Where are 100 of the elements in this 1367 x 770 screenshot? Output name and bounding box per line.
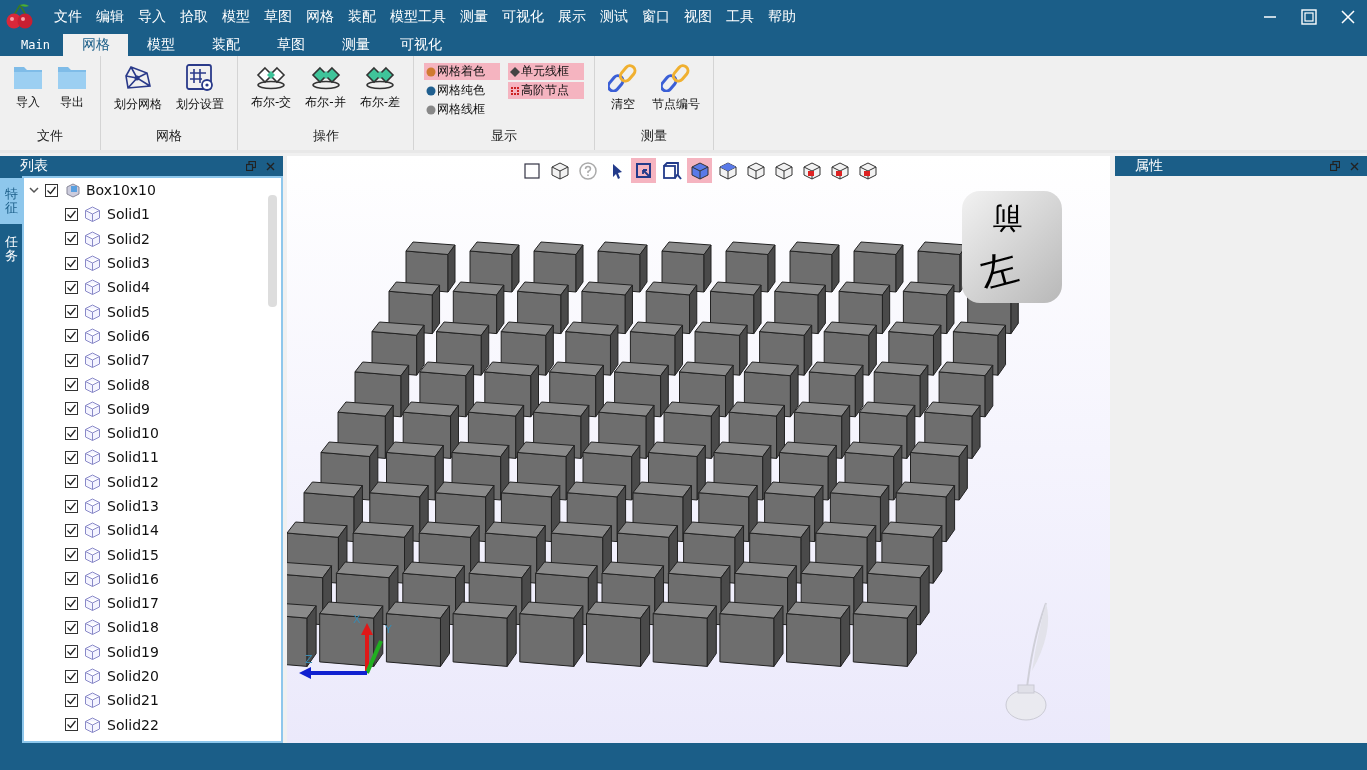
checkbox[interactable] [65,378,78,391]
menu-item[interactable]: 展示 [551,8,593,26]
scrollbar[interactable] [268,195,277,307]
ribbon-button[interactable]: 布尔-差 [356,64,404,127]
ribbon-tab[interactable]: 可视化 [388,34,453,56]
checkbox[interactable] [65,669,78,683]
view-tool-icon[interactable] [687,158,712,183]
menu-item[interactable]: 模型 [215,8,257,26]
tree-item[interactable]: Solid10 [107,425,159,442]
display-option[interactable]: 网格纯色 [424,82,501,99]
tree-item[interactable]: Solid8 [107,376,151,393]
tree-item[interactable]: Solid11 [107,449,159,466]
folder-icon [13,64,43,90]
maximize-icon[interactable] [1301,9,1317,25]
checkbox[interactable] [65,693,78,707]
view-tool-icon[interactable] [631,158,656,183]
cube-icon [84,692,101,709]
checkbox[interactable] [65,596,78,610]
tree-item[interactable]: Solid14 [107,522,159,539]
checkbox[interactable] [65,353,78,367]
cube-icon [84,425,101,442]
ribbon-button[interactable]: 导出 [54,64,90,127]
tree-item[interactable]: Solid9 [107,400,151,417]
checkbox[interactable] [65,207,78,221]
tree-item[interactable]: Solid13 [107,498,159,514]
menu-item[interactable]: 帮助 [761,8,803,26]
cube-icon [84,619,101,636]
display-option[interactable]: 单元线框 [508,63,585,80]
tree-item[interactable]: Solid19 [107,643,159,660]
ribbon-tab[interactable]: Main [8,34,63,56]
ribbon-tab[interactable]: 草图 [258,34,323,56]
ribbon-tab[interactable]: 装配 [193,34,258,56]
checkbox[interactable] [65,548,78,562]
group-label: 文件 [36,127,64,145]
display-option[interactable]: 网格着色 [424,63,501,80]
group-label: 测量 [640,127,669,145]
menu-item[interactable]: 文件 [47,8,89,26]
menu-item[interactable]: 模型工具 [383,8,453,26]
view-cube[interactable]: 前 左 [962,191,1062,303]
checkbox[interactable] [65,523,78,537]
ribbon-tab[interactable]: 测量 [323,34,388,56]
menu-item[interactable]: 装配 [341,8,383,26]
tree-item[interactable]: Solid16 [107,570,159,587]
ribbon-tab[interactable]: 网格 [63,34,128,56]
menu-item[interactable]: 拾取 [173,8,215,26]
ribbon-button[interactable]: 清空 [605,64,642,127]
ribbon-tab[interactable]: 模型 [128,34,193,56]
tree-item[interactable]: Solid17 [107,595,159,612]
display-option[interactable]: 网格线框 [424,101,501,118]
menu-item[interactable]: 测试 [593,8,635,26]
checkbox[interactable] [65,280,78,294]
ribbon-button[interactable]: 节点编号 [649,64,704,127]
tree-item[interactable]: Solid18 [107,619,159,636]
menu-item[interactable]: 窗口 [635,8,677,26]
panel-title: 属性 [1134,157,1164,175]
tree-item[interactable]: Solid15 [107,546,159,563]
mode-icon [510,85,521,96]
checkbox[interactable] [65,305,78,319]
tree-item[interactable]: Solid20 [107,668,159,685]
checkbox[interactable] [65,499,78,513]
tree-item[interactable]: Solid22 [107,716,159,733]
menu-item[interactable]: 视图 [677,8,719,26]
checkbox[interactable] [65,475,78,489]
tree-item[interactable]: Solid1 [107,206,151,223]
display-option[interactable]: 高阶节点 [508,82,585,99]
mode-icon [426,104,437,115]
tree-item[interactable]: Solid21 [107,692,159,709]
ribbon-button[interactable]: 导入 [10,64,46,127]
checkbox[interactable] [65,621,78,634]
checkbox[interactable] [65,402,78,416]
menu-item[interactable]: 网格 [299,8,341,26]
menu-item[interactable]: 草图 [257,8,299,26]
menu-item[interactable]: 可视化 [495,8,551,26]
checkbox[interactable] [65,718,78,732]
menu-item[interactable]: 测量 [453,8,495,26]
checkbox[interactable] [65,572,78,586]
checkbox[interactable] [65,645,78,659]
checkbox[interactable] [65,329,78,343]
menu-item[interactable]: 编辑 [89,8,131,26]
menu-item[interactable]: 导入 [131,8,173,26]
tree-item[interactable]: Solid2 [107,230,151,247]
menu-item[interactable]: 工具 [719,8,761,26]
ribbon-button[interactable]: 划分设置 [173,64,227,127]
tree-item[interactable]: Box10x10 [86,182,156,199]
tree-item[interactable]: Solid7 [107,352,151,369]
tree-item[interactable]: Solid12 [107,473,159,490]
checkbox[interactable] [65,450,78,464]
checkbox[interactable] [45,183,58,197]
checkbox[interactable] [65,256,78,270]
tree-item[interactable]: Solid6 [107,327,151,344]
tree-item[interactable]: Solid4 [107,279,151,296]
tree-item[interactable]: Solid3 [107,255,151,272]
checkbox[interactable] [65,426,78,440]
ribbon-button[interactable]: 布尔-并 [302,64,349,127]
ribbon-button[interactable]: 划分网格 [111,64,165,127]
tree-item[interactable]: Solid5 [107,303,151,320]
ribbon-button[interactable]: 布尔-交 [248,64,295,127]
checkbox[interactable] [65,232,78,246]
side-tab[interactable]: 特征 [0,178,22,224]
chevron-icon[interactable] [29,185,39,196]
